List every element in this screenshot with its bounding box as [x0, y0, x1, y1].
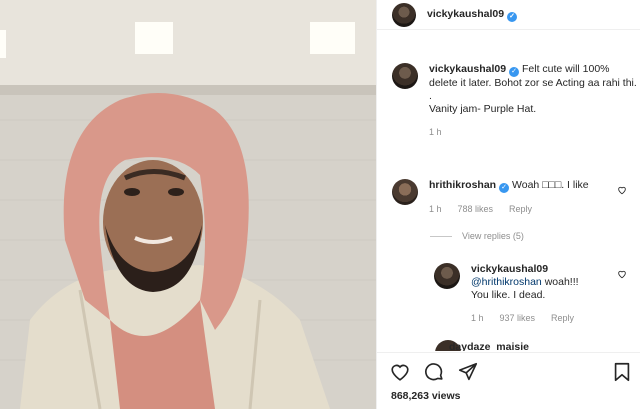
comments-list: vickykaushal09 ✓ Felt cute will 100% dele…	[377, 31, 640, 351]
verified-badge-icon: ✓	[507, 11, 518, 22]
caption: vickykaushal09 ✓ Felt cute will 100% dele…	[392, 63, 639, 139]
caption-avatar[interactable]	[392, 63, 418, 89]
caption-dot: .	[429, 90, 432, 102]
comment-icon[interactable]	[423, 361, 445, 383]
verified-badge-icon: ✓	[499, 183, 510, 193]
commenter-username[interactable]: hrithikroshan	[429, 179, 496, 191]
comment: hrithikroshan ✓ Woah □□□. I like 1 h 788 …	[392, 179, 589, 216]
reply-text-2: You like. I dead.	[471, 289, 546, 301]
post-header: vickykaushal09 ✓	[377, 0, 640, 30]
caption-username[interactable]: vickykaushal09	[429, 63, 506, 75]
mention-link[interactable]: @hrithikroshan	[471, 276, 542, 288]
post-sidebar: vickykaushal09 ✓ vickykaushal09 ✓ Felt cut…	[376, 0, 640, 409]
views-count[interactable]: 868,263 views	[391, 390, 460, 402]
verified-badge-icon: ✓	[509, 67, 520, 77]
reply-avatar[interactable]	[434, 263, 460, 289]
partial-username[interactable]: daydaze_maisie	[449, 341, 529, 351]
comment-time[interactable]: 1 h	[429, 203, 442, 216]
heart-icon[interactable]	[617, 269, 627, 279]
reply-text-a: woah!!!	[541, 276, 579, 288]
post-photo[interactable]	[0, 0, 376, 409]
reply-comment: vickykaushal09 @hrithikroshan woah!!! Yo…	[434, 263, 611, 325]
caption-time[interactable]: 1 h	[429, 126, 442, 139]
reply-text: @hrithikroshan woah!!!	[471, 276, 611, 289]
reply-button[interactable]: Reply	[551, 312, 574, 325]
comment-meta: 1 h 788 likes Reply	[429, 203, 589, 216]
send-icon[interactable]	[457, 361, 479, 383]
caption-meta: 1 h	[429, 126, 639, 139]
reply-username[interactable]: vickykaushal09	[471, 263, 611, 276]
ceiling-light	[310, 22, 355, 54]
author-avatar[interactable]	[392, 2, 416, 27]
reply-meta: 1 h 937 likes Reply	[471, 312, 611, 325]
reply-likes[interactable]: 937 likes	[500, 312, 536, 325]
eye	[168, 188, 184, 196]
heart-icon[interactable]	[617, 185, 627, 195]
caption-text-2: Vanity jam- Purple Hat.	[429, 103, 537, 115]
comment-likes[interactable]: 788 likes	[458, 203, 494, 216]
action-bar: 868,263 views	[377, 352, 640, 409]
save-button[interactable]	[611, 361, 633, 386]
wall-edge	[0, 85, 376, 95]
bookmark-icon	[614, 362, 630, 382]
reply-button[interactable]: Reply	[509, 203, 532, 216]
action-icons	[389, 361, 479, 383]
eye	[124, 188, 140, 196]
comment-text: Woah □□□. I like	[512, 179, 589, 191]
view-replies-button[interactable]: View replies (5)	[430, 231, 524, 241]
ceiling-light	[0, 30, 6, 58]
commenter-avatar[interactable]	[392, 179, 418, 205]
reply-time[interactable]: 1 h	[471, 312, 484, 325]
ceiling-light	[135, 22, 173, 54]
instagram-post: vickykaushal09 ✓ vickykaushal09 ✓ Felt cut…	[0, 0, 640, 409]
view-replies-line	[430, 235, 452, 237]
author-username[interactable]: vickykaushal09 ✓	[427, 8, 518, 22]
selfie-image	[0, 0, 376, 409]
view-replies-label: View replies (5)	[462, 231, 524, 241]
heart-icon[interactable]	[389, 361, 411, 383]
